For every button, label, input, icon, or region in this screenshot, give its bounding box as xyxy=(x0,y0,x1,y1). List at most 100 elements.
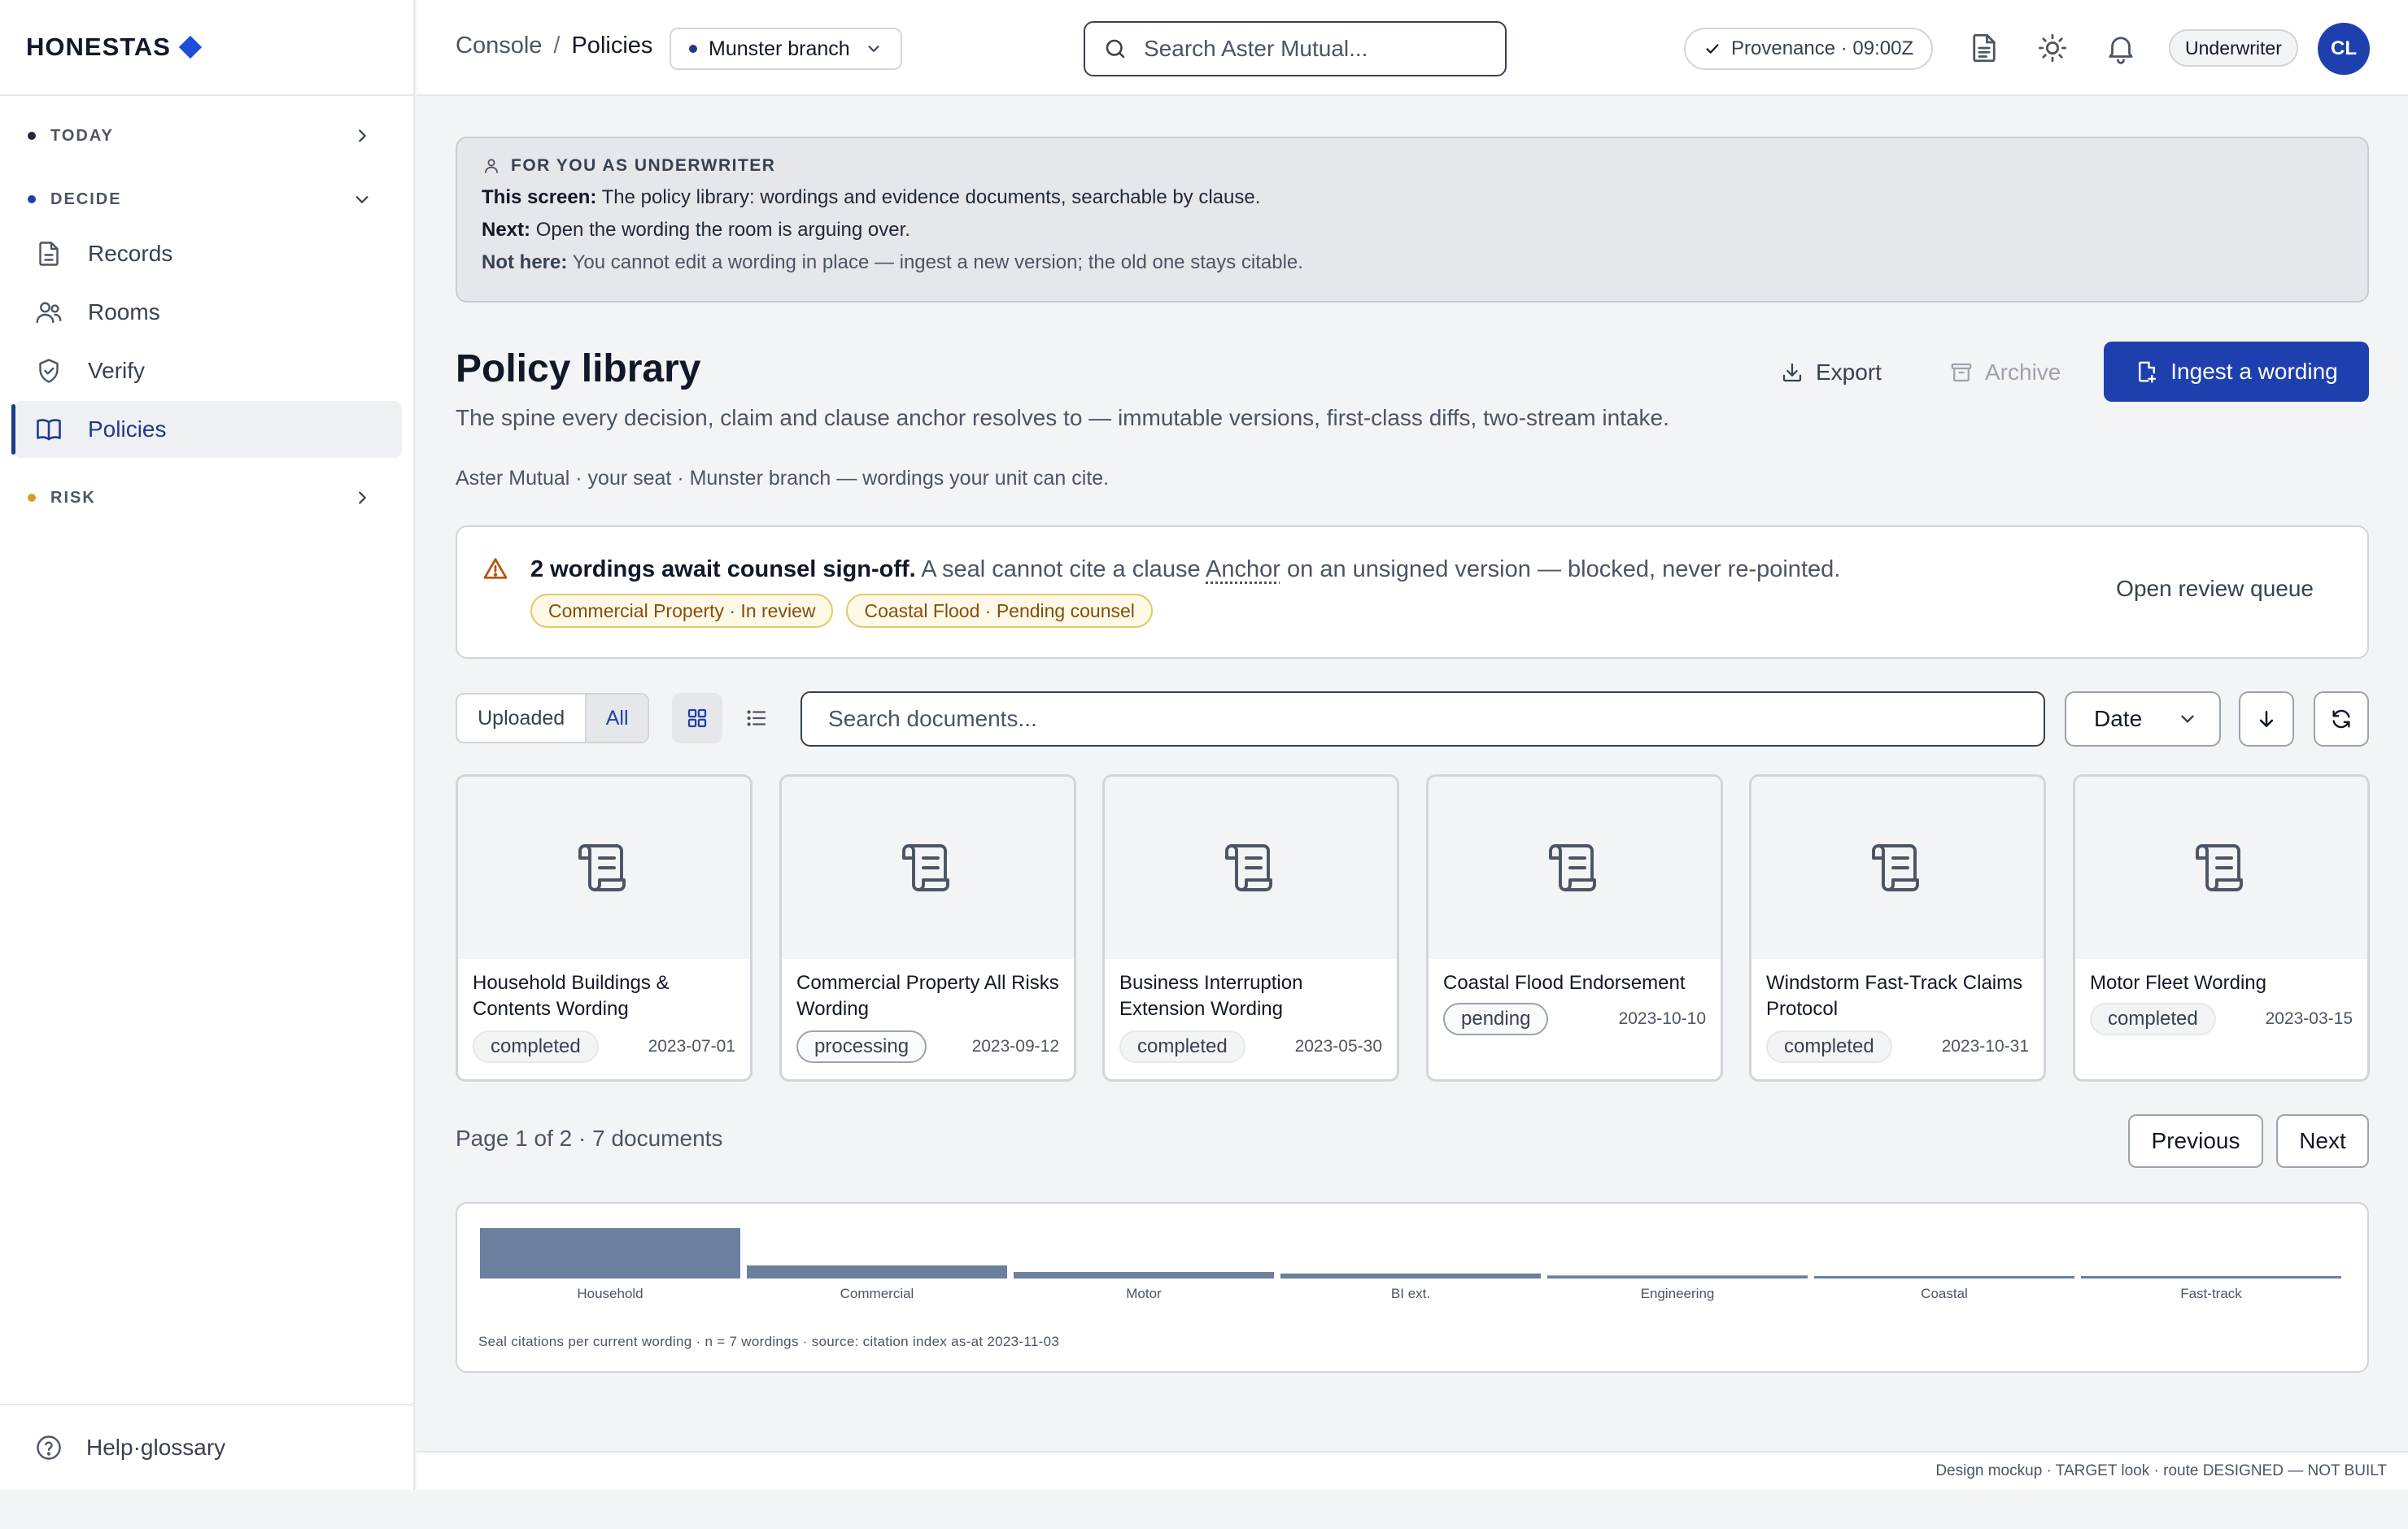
chart-tick-label: Engineering xyxy=(1641,1286,1715,1301)
scroll-document-icon xyxy=(901,844,949,891)
document-search-input[interactable]: Search documents... xyxy=(800,691,2045,747)
scroll-document-icon xyxy=(1548,844,1596,891)
chip-commercial-property[interactable]: Commercial Property · In review xyxy=(530,594,834,628)
hint-not-here: Not here: You cannot edit a wording in p… xyxy=(482,252,2343,273)
chart-bar[interactable] xyxy=(747,1265,1007,1279)
anchor-term[interactable]: Anchor xyxy=(1206,556,1280,582)
chart-bar[interactable] xyxy=(1014,1271,1274,1279)
export-label: Export xyxy=(1816,359,1882,385)
breadcrumb: Console / Policies xyxy=(456,33,652,59)
chart-bar[interactable] xyxy=(1547,1275,1808,1279)
previous-page-button[interactable]: Previous xyxy=(2128,1114,2263,1168)
card-date: 2023-07-01 xyxy=(648,1037,735,1056)
chart-bar[interactable] xyxy=(2081,1276,2341,1279)
nav-section-today[interactable]: TODAY xyxy=(0,120,399,152)
segment-uploaded[interactable]: Uploaded xyxy=(457,695,585,742)
ingest-label: Ingest a wording xyxy=(2170,359,2338,384)
sidebar-item-verify[interactable]: Verify xyxy=(13,342,402,399)
hint-heading: FOR YOU AS UNDERWRITER xyxy=(482,156,2343,176)
hint-label: Not here: xyxy=(482,251,568,273)
hint-next: Next: Open the wording the room is argui… xyxy=(482,220,2343,241)
user-icon xyxy=(485,159,498,173)
next-page-button[interactable]: Next xyxy=(2276,1114,2369,1168)
chip-coastal-flood[interactable]: Coastal Flood · Pending counsel xyxy=(846,594,1153,628)
page-subtitle: The spine every decision, claim and clau… xyxy=(456,405,1669,430)
hint-text: The policy library: wordings and evidenc… xyxy=(601,186,1261,208)
branch-label: Munster branch xyxy=(709,37,850,60)
sidebar-item-label: Rooms xyxy=(88,299,160,325)
role-badge[interactable]: Underwriter xyxy=(2169,29,2298,67)
document-card[interactable]: Windstorm Fast-Track Claims Protocol com… xyxy=(1749,774,2046,1082)
brand[interactable]: HONESTAS xyxy=(0,0,413,96)
warning-triangle-icon xyxy=(483,558,508,579)
nav-section-risk[interactable]: RISK xyxy=(0,481,399,514)
card-meta: completed 2023-10-31 xyxy=(1766,1030,2029,1063)
chart-bar[interactable] xyxy=(1814,1276,2074,1279)
archive-button[interactable]: Archive xyxy=(1949,350,2061,395)
help-glossary-link[interactable]: Help·glossary xyxy=(0,1404,413,1490)
document-card[interactable]: Commercial Property All Risks Wording pr… xyxy=(779,774,1076,1082)
list-icon xyxy=(747,710,766,726)
hint-text: Open the wording the room is arguing ove… xyxy=(535,219,910,241)
global-search-input[interactable]: Search Aster Mutual... xyxy=(1084,21,1507,76)
avatar[interactable]: CL xyxy=(2318,23,2370,75)
provenance-badge[interactable]: Provenance · 09:00Z xyxy=(1684,28,1934,70)
card-title: Motor Fleet Wording xyxy=(2090,972,2266,994)
hint-label: This screen: xyxy=(482,186,597,208)
sidebar-item-policies[interactable]: Policies xyxy=(11,401,402,458)
hint-this-screen: This screen: The policy library: wording… xyxy=(482,187,2343,208)
chart-tick-label: Fast-track xyxy=(2180,1286,2242,1301)
breadcrumb-separator: / xyxy=(553,33,561,59)
scroll-document-icon xyxy=(2195,844,2243,891)
grid-view-button[interactable] xyxy=(672,693,722,743)
chart-bar[interactable] xyxy=(1280,1273,1541,1279)
ingest-wording-button[interactable]: Ingest a wording xyxy=(2104,342,2369,402)
card-thumbnail xyxy=(2075,777,2367,959)
sort-select[interactable]: Date xyxy=(2065,691,2221,747)
refresh-button[interactable] xyxy=(2314,691,2369,747)
document-card[interactable]: Household Buildings & Contents Wording c… xyxy=(456,774,752,1082)
status-badge: completed xyxy=(1766,1030,1892,1063)
status-badge: processing xyxy=(796,1030,927,1063)
document-grid: Household Buildings & Contents Wording c… xyxy=(456,774,2371,1082)
open-review-queue-link[interactable]: Open review queue xyxy=(2116,576,2314,602)
chart-bar[interactable] xyxy=(480,1228,740,1279)
document-list-icon[interactable] xyxy=(1967,31,2001,65)
document-card[interactable]: Business Interruption Extension Wording … xyxy=(1102,774,1399,1082)
chevron-down-icon xyxy=(868,46,879,52)
file-plus-icon xyxy=(2139,361,2157,383)
scroll-document-icon xyxy=(1871,844,1919,891)
sidebar-item-records[interactable]: Records xyxy=(13,225,402,282)
segment-all[interactable]: All xyxy=(585,695,648,742)
sidebar-item-rooms[interactable]: Rooms xyxy=(13,284,402,341)
sun-icon[interactable] xyxy=(2035,31,2070,65)
nav-section-decide[interactable]: DECIDE xyxy=(0,183,399,216)
global-search-placeholder: Search Aster Mutual... xyxy=(1144,36,1368,61)
hint-text: You cannot edit a wording in place — ing… xyxy=(572,251,1303,273)
source-segmented-control: Uploaded All xyxy=(456,693,649,743)
card-meta: completed 2023-03-15 xyxy=(2090,1003,2353,1035)
branch-selector[interactable]: Munster branch xyxy=(670,28,902,70)
shield-check-icon xyxy=(39,359,59,383)
scroll-document-icon xyxy=(578,844,626,891)
section-dot xyxy=(28,195,36,203)
document-card[interactable]: Motor Fleet Wording completed 2023-03-15 xyxy=(2073,774,2370,1082)
users-icon xyxy=(36,302,62,324)
document-card[interactable]: Coastal Flood Endorsement pending 2023-1… xyxy=(1426,774,1723,1082)
sort-direction-button[interactable] xyxy=(2239,691,2294,747)
role-hint-panel: FOR YOU AS UNDERWRITER This screen: The … xyxy=(456,137,2369,303)
check-icon xyxy=(1706,44,1719,54)
archive-label: Archive xyxy=(1985,359,2061,385)
chart-caption: Seal citations per current wording · n =… xyxy=(478,1334,1060,1349)
card-meta: processing 2023-09-12 xyxy=(796,1030,1059,1063)
card-title: Commercial Property All Risks Wording xyxy=(796,972,1059,1020)
card-date: 2023-10-31 xyxy=(1941,1037,2029,1056)
bell-icon[interactable] xyxy=(2104,31,2138,65)
section-dot xyxy=(28,494,36,502)
grid-icon xyxy=(687,708,707,728)
hint-heading-label: FOR YOU AS UNDERWRITER xyxy=(511,156,776,175)
chevron-right-icon xyxy=(359,129,366,142)
list-view-button[interactable] xyxy=(731,693,782,743)
breadcrumb-console[interactable]: Console xyxy=(456,33,542,59)
export-button[interactable]: Export xyxy=(1780,350,1882,395)
